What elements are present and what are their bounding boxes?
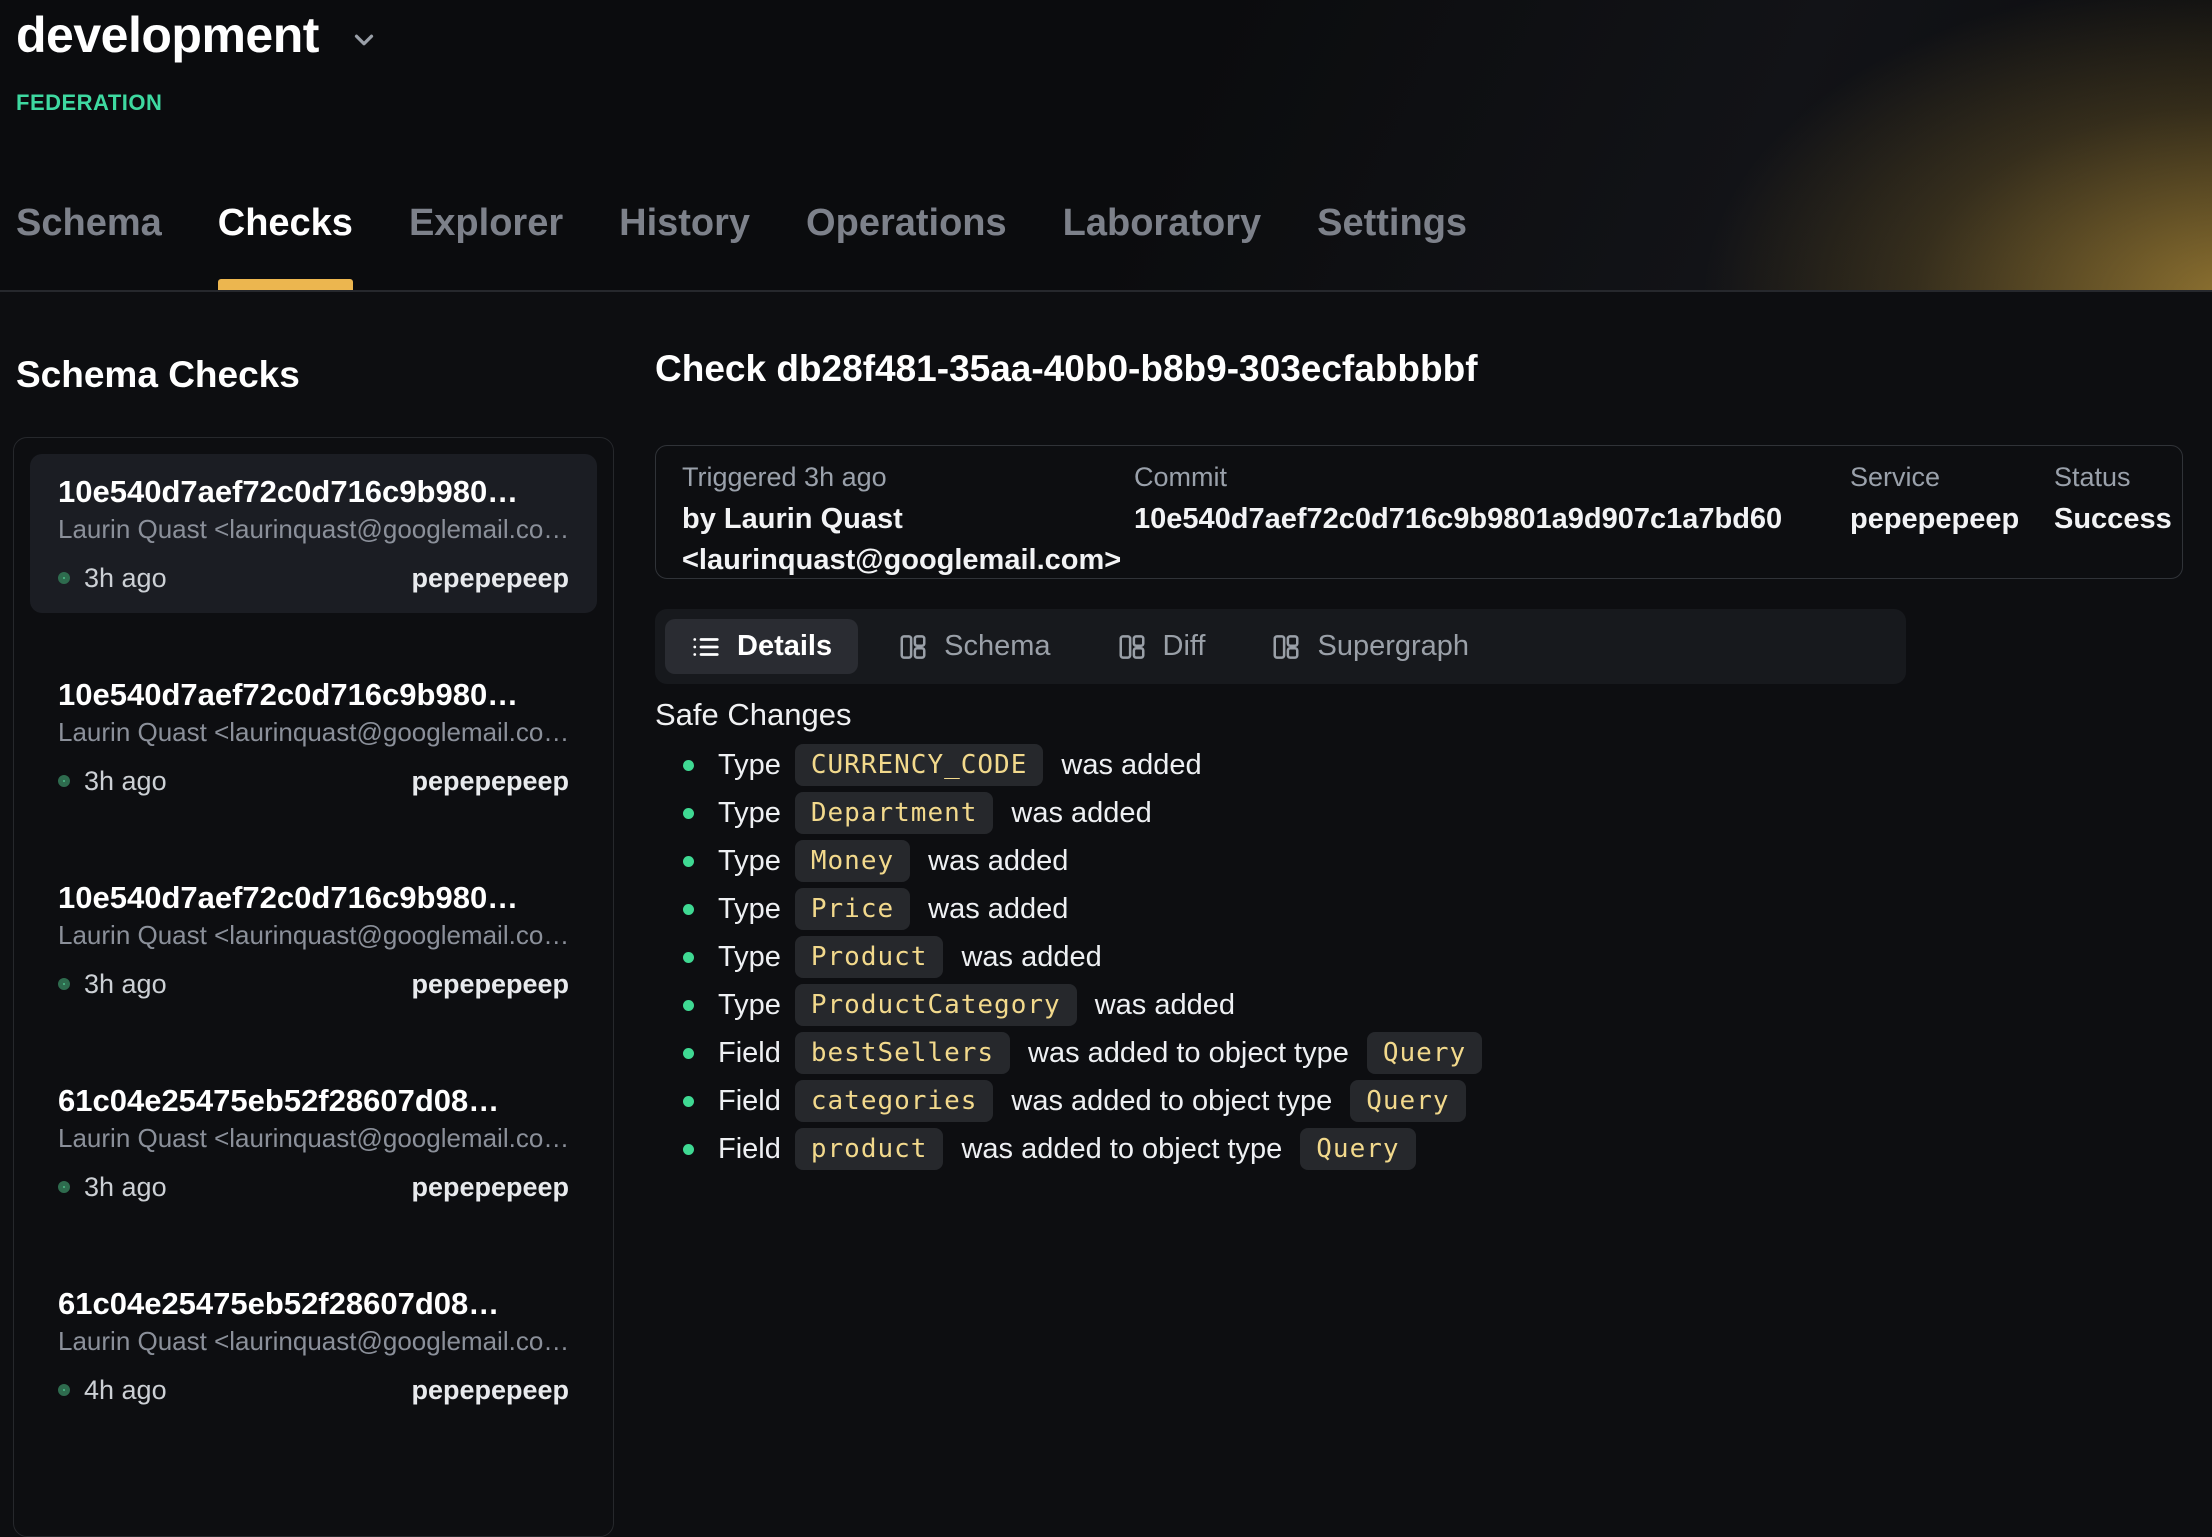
bullet-icon	[683, 808, 694, 819]
bullet-icon	[683, 952, 694, 963]
check-service: pepepepeep	[411, 1172, 569, 1203]
code-chip: Query	[1367, 1032, 1482, 1074]
tab-explorer[interactable]: Explorer	[409, 196, 563, 290]
chevron-down-icon	[349, 25, 379, 55]
change-row: Type Product was added	[655, 933, 2055, 981]
check-meta-box: Triggered 3h ago by Laurin Quast <laurin…	[655, 445, 2183, 579]
code-chip: Money	[795, 840, 910, 882]
code-chip: Price	[795, 888, 910, 930]
check-list-item[interactable]: 10e540d7aef72c0d716c9b980… Laurin Quast …	[30, 454, 597, 613]
change-row: Field categories was added to object typ…	[655, 1077, 2055, 1125]
check-commit-hash: 10e540d7aef72c0d716c9b980…	[58, 677, 569, 713]
status-value: Success	[2054, 499, 2172, 540]
code-chip: Product	[795, 936, 944, 978]
tab-history[interactable]: History	[619, 196, 750, 290]
view-tab-diff[interactable]: Diff	[1091, 619, 1232, 674]
bullet-icon	[683, 1048, 694, 1059]
change-row: Type Price was added	[655, 885, 2055, 933]
check-author: Laurin Quast <laurinquast@googlemail.co…	[58, 514, 569, 545]
check-time: 4h ago	[84, 1375, 167, 1406]
bullet-icon	[683, 904, 694, 915]
check-service: pepepepeep	[411, 1375, 569, 1406]
change-row: Type Department was added	[655, 789, 2055, 837]
tab-checks[interactable]: Checks	[218, 196, 353, 290]
check-commit-hash: 61c04e25475eb52f28607d08…	[58, 1083, 569, 1119]
columns-icon	[898, 632, 928, 662]
code-chip: Query	[1300, 1128, 1415, 1170]
columns-icon	[1117, 632, 1147, 662]
page-header: development FEDERATION Schema Checks Exp…	[0, 0, 2212, 292]
code-chip: bestSellers	[795, 1032, 1010, 1074]
check-time: 3h ago	[84, 563, 167, 594]
code-chip: Department	[795, 792, 994, 834]
service-value: pepepepeep	[1850, 499, 2054, 540]
bullet-icon	[683, 1144, 694, 1155]
tab-schema[interactable]: Schema	[16, 196, 162, 290]
federation-badge: FEDERATION	[16, 90, 162, 116]
check-commit-hash: 61c04e25475eb52f28607d08…	[58, 1286, 569, 1322]
view-tab-details[interactable]: Details	[665, 619, 858, 674]
check-author: Laurin Quast <laurinquast@googlemail.co…	[58, 1326, 569, 1357]
check-service: pepepepeep	[411, 766, 569, 797]
view-tab-supergraph[interactable]: Supergraph	[1245, 619, 1495, 674]
check-author: Laurin Quast <laurinquast@googlemail.co…	[58, 1123, 569, 1154]
check-commit-hash: 10e540d7aef72c0d716c9b980…	[58, 880, 569, 916]
triggered-by: by Laurin Quast	[682, 499, 1134, 540]
triggered-email: <laurinquast@googlemail.com>	[682, 540, 1134, 581]
check-time: 3h ago	[84, 766, 167, 797]
check-author: Laurin Quast <laurinquast@googlemail.co…	[58, 717, 569, 748]
status-dot-icon	[58, 1384, 70, 1396]
triggered-label: Triggered 3h ago	[682, 462, 1134, 493]
check-list-item[interactable]: 10e540d7aef72c0d716c9b980… Laurin Quast …	[30, 860, 597, 1019]
bullet-icon	[683, 856, 694, 867]
code-chip: CURRENCY_CODE	[795, 744, 1044, 786]
list-icon	[691, 632, 721, 662]
schema-checks-list: 10e540d7aef72c0d716c9b980… Laurin Quast …	[13, 437, 614, 1537]
check-commit-hash: 10e540d7aef72c0d716c9b980…	[58, 474, 569, 510]
change-row: Type ProductCategory was added	[655, 981, 2055, 1029]
check-view-tabs: Details Schema Diff Supergraph	[655, 609, 1906, 684]
tab-operations[interactable]: Operations	[806, 196, 1007, 290]
check-detail-title: Check db28f481-35aa-40b0-b8b9-303ecfabbb…	[655, 348, 1478, 390]
status-dot-icon	[58, 572, 70, 584]
check-author: Laurin Quast <laurinquast@googlemail.co…	[58, 920, 569, 951]
safe-changes-list: Type CURRENCY_CODE was added Type Depart…	[655, 741, 2055, 1173]
commit-label: Commit	[1134, 462, 1850, 493]
columns-icon	[1271, 632, 1301, 662]
view-tab-schema[interactable]: Schema	[872, 619, 1076, 674]
check-list-item[interactable]: 61c04e25475eb52f28607d08… Laurin Quast <…	[30, 1063, 597, 1222]
bullet-icon	[683, 1096, 694, 1107]
project-switcher[interactable]: development	[16, 6, 379, 64]
status-label: Status	[2054, 462, 2172, 493]
check-list-item[interactable]: 10e540d7aef72c0d716c9b980… Laurin Quast …	[30, 657, 597, 816]
main-nav: Schema Checks Explorer History Operation…	[16, 196, 1467, 290]
check-time: 3h ago	[84, 969, 167, 1000]
change-row: Type Money was added	[655, 837, 2055, 885]
bullet-icon	[683, 760, 694, 771]
tab-laboratory[interactable]: Laboratory	[1063, 196, 1261, 290]
code-chip: Query	[1350, 1080, 1465, 1122]
status-dot-icon	[58, 775, 70, 787]
safe-changes-title: Safe Changes	[655, 697, 851, 733]
commit-value: 10e540d7aef72c0d716c9b9801a9d907c1a7bd60	[1134, 499, 1850, 540]
check-service: pepepepeep	[411, 563, 569, 594]
check-time: 3h ago	[84, 1172, 167, 1203]
sidebar-title: Schema Checks	[16, 354, 300, 396]
code-chip: product	[795, 1128, 944, 1170]
check-service: pepepepeep	[411, 969, 569, 1000]
check-list-item[interactable]: 61c04e25475eb52f28607d08… Laurin Quast <…	[30, 1266, 597, 1425]
status-dot-icon	[58, 978, 70, 990]
bullet-icon	[683, 1000, 694, 1011]
change-row: Field product was added to object type Q…	[655, 1125, 2055, 1173]
status-dot-icon	[58, 1181, 70, 1193]
project-name: development	[16, 6, 319, 64]
code-chip: categories	[795, 1080, 994, 1122]
service-label: Service	[1850, 462, 2054, 493]
change-row: Field bestSellers was added to object ty…	[655, 1029, 2055, 1077]
code-chip: ProductCategory	[795, 984, 1077, 1026]
change-row: Type CURRENCY_CODE was added	[655, 741, 2055, 789]
tab-settings[interactable]: Settings	[1317, 196, 1467, 290]
